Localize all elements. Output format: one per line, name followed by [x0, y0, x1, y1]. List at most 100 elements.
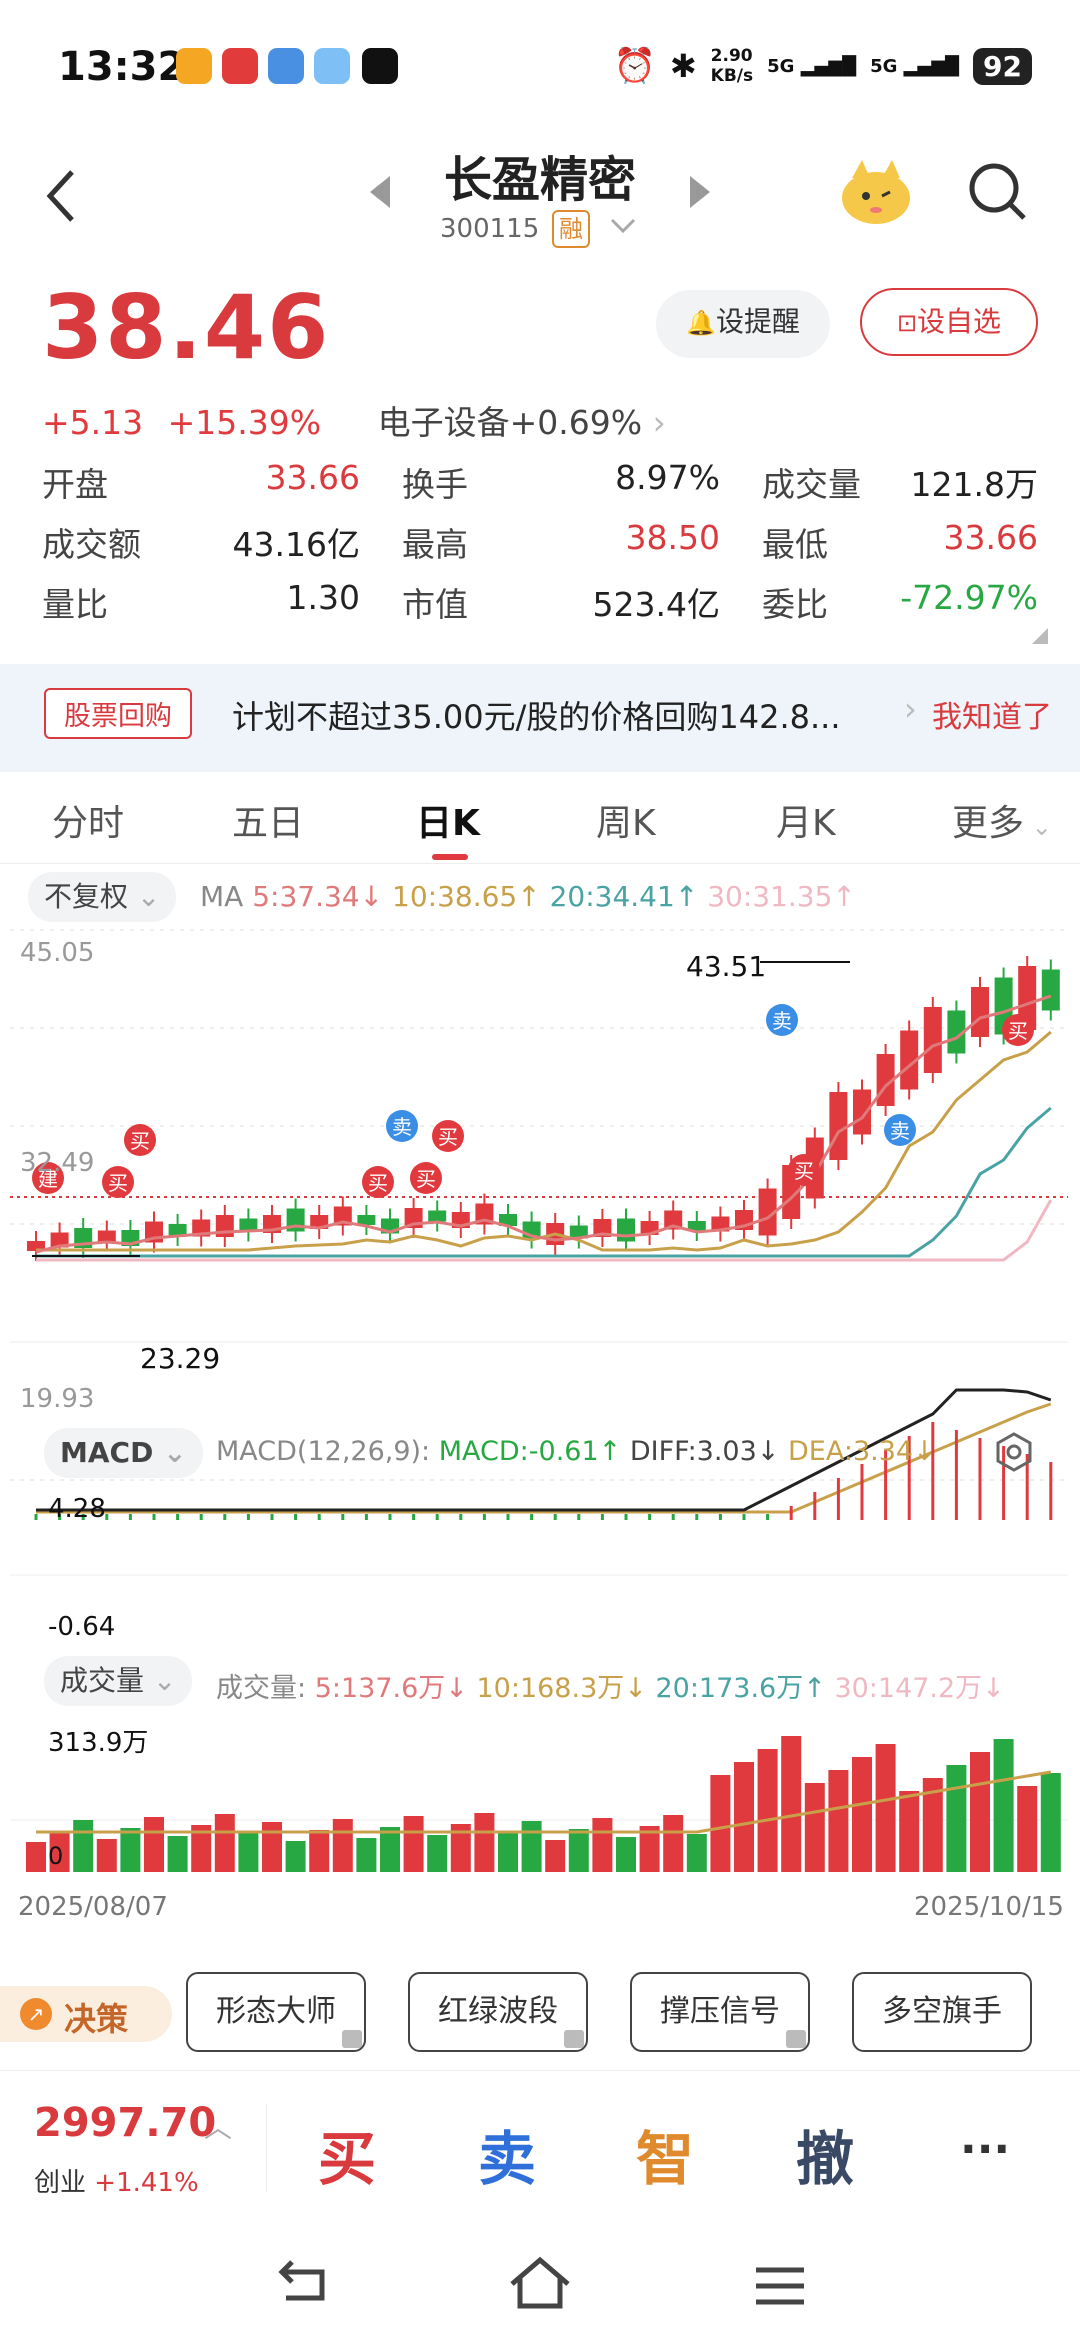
quote-label: 最低 — [762, 525, 828, 564]
volume-bar — [592, 1818, 613, 1872]
ma-legend: MA 5:37.34↓ 10:38.65↑ 20:34.41↑ 30:31.35… — [200, 880, 856, 913]
candle-body — [97, 1230, 116, 1242]
lock-icon — [564, 2030, 584, 2048]
volume-bar — [144, 1817, 164, 1872]
change-row: +5.13 +15.39% 电子设备+0.69% › — [42, 396, 666, 444]
divider — [266, 2104, 267, 2192]
volume-bar — [262, 1822, 282, 1872]
volume-bar — [120, 1828, 141, 1872]
volume-bar — [970, 1752, 990, 1872]
chevron-down-icon: ⌄ — [1024, 813, 1052, 841]
volume-bar — [663, 1815, 684, 1872]
price-axis-bottom: 19.93 — [20, 1384, 95, 1414]
quote-value: 523.4亿 — [592, 585, 720, 624]
quote-label: 换手 — [402, 465, 468, 504]
quote-label: 量比 — [42, 585, 108, 624]
signal-marker-label: 买 — [108, 1171, 128, 1195]
volume-bar — [521, 1821, 542, 1872]
smart-button[interactable]: 智 — [636, 2112, 694, 2196]
signal-marker-label: 买 — [416, 1167, 436, 1191]
menu-nav-icon[interactable] — [740, 2250, 820, 2320]
more-button[interactable]: ··· — [960, 2124, 1010, 2175]
volume-bar — [686, 1834, 707, 1872]
quote-value: 1.30 — [286, 578, 360, 617]
volume-bar — [380, 1827, 400, 1872]
chevron-down-icon: ⌄ — [136, 880, 161, 913]
notice-bar[interactable]: 股票回购 计划不超过35.00元/股的价格回购142.8... › 我知道了 — [0, 664, 1080, 772]
search-icon[interactable] — [966, 160, 1030, 228]
volume-bar — [26, 1842, 46, 1872]
mascot-icon[interactable] — [838, 156, 914, 228]
quote-label: 最高 — [402, 525, 468, 564]
buy-button[interactable]: 买 — [318, 2112, 376, 2196]
tab-five-day[interactable]: 五日 — [232, 794, 304, 846]
volume-bar — [757, 1749, 778, 1872]
signal-marker-label: 买 — [1008, 1019, 1028, 1043]
sell-button[interactable]: 卖 — [478, 2112, 536, 2196]
indicator-selector[interactable]: MACD ⌄ — [44, 1428, 203, 1478]
set-alert-button[interactable]: 🔔设提醒 — [656, 290, 830, 358]
macd-axis-bottom: -0.64 — [48, 1612, 116, 1642]
adjust-selector[interactable]: 不复权 ⌄ — [28, 872, 177, 922]
low-annotation: 23.29 — [140, 1342, 221, 1375]
tiktok-icon — [362, 48, 398, 84]
volume-bar — [616, 1837, 636, 1872]
app-icon-4 — [314, 48, 350, 84]
tab-weekly-k[interactable]: 周K — [596, 794, 656, 846]
index-value[interactable]: 2997.70 — [34, 2100, 216, 2146]
back-nav-icon[interactable] — [262, 2250, 342, 2320]
notice-tag: 股票回购 — [44, 688, 192, 739]
tab-intraday[interactable]: 分时 — [52, 794, 124, 846]
end-date: 2025/10/15 — [914, 1892, 1064, 1922]
home-nav-icon[interactable] — [500, 2250, 580, 2320]
volume-bar — [1040, 1773, 1061, 1872]
volume-bar — [332, 1819, 353, 1872]
quote-label: 成交额 — [42, 525, 141, 564]
signal-marker-label: 买 — [794, 1159, 814, 1183]
volume-bar — [804, 1783, 825, 1872]
volume-bar — [498, 1832, 518, 1872]
tab-more[interactable]: 更多 ⌄ — [952, 794, 1052, 846]
tab-daily-k[interactable]: 日K — [416, 794, 480, 846]
tool-red-green-band[interactable]: 红绿波段 — [408, 1972, 588, 2052]
settings-icon[interactable] — [994, 1432, 1034, 1476]
volume-bar — [734, 1762, 754, 1872]
watchlist-icon: ⊡ — [896, 309, 918, 337]
candle-body — [829, 1092, 848, 1160]
sector-link[interactable]: 电子设备+0.69% › — [378, 403, 666, 442]
quote-label: 成交量 — [762, 465, 861, 504]
lock-icon — [786, 2030, 806, 2048]
quote-value: 33.66 — [265, 458, 360, 497]
quote-value: -72.97% — [900, 578, 1038, 617]
tool-bull-bear-flag[interactable]: 多空旗手 — [852, 1972, 1032, 2052]
cancel-order-button[interactable]: 撤 — [796, 2112, 854, 2196]
tab-monthly-k[interactable]: 月K — [776, 794, 836, 846]
volume-bar — [852, 1757, 872, 1872]
tool-pattern-master[interactable]: 形态大师 — [186, 1972, 366, 2052]
notice-text: 计划不超过35.00元/股的价格回购142.8... — [232, 698, 841, 736]
candle-body — [923, 1007, 942, 1073]
decision-button[interactable]: ↗ 决策 — [0, 1986, 172, 2042]
app-icon-2 — [222, 48, 258, 84]
chevron-down-icon[interactable] — [608, 216, 638, 240]
price-change-pct: +15.39% — [167, 403, 322, 442]
price-axis-top: 45.05 — [20, 938, 95, 968]
quote-value: 8.97% — [615, 458, 720, 497]
expand-corner-icon[interactable] — [1032, 628, 1048, 644]
tool-support-resistance[interactable]: 撑压信号 — [630, 1972, 810, 2052]
dismiss-notice-button[interactable]: 我知道了 — [932, 692, 1052, 736]
app-icon-3 — [268, 48, 304, 84]
volume-bar — [214, 1814, 235, 1872]
volume-selector[interactable]: 成交量 ⌄ — [44, 1656, 193, 1706]
index-row: 创业 +1.41% — [34, 2168, 199, 2198]
candle-body — [853, 1089, 871, 1135]
quote-label: 开盘 — [42, 465, 108, 504]
add-watchlist-button[interactable]: ⊡设自选 — [860, 288, 1038, 356]
stock-name: 长盈精密 — [443, 152, 636, 208]
volume-bar — [545, 1840, 566, 1872]
chevron-up-icon[interactable]: ︿ — [204, 2106, 232, 2146]
next-stock-icon[interactable] — [686, 174, 712, 214]
status-right: ⏰ ✱ 2.90 KB/s 5G ▂▄▆█ 5G ▂▄▆█ 92 — [614, 46, 1032, 86]
price-axis-mid: 32.49 — [20, 1148, 95, 1178]
volume-bar — [781, 1736, 802, 1872]
